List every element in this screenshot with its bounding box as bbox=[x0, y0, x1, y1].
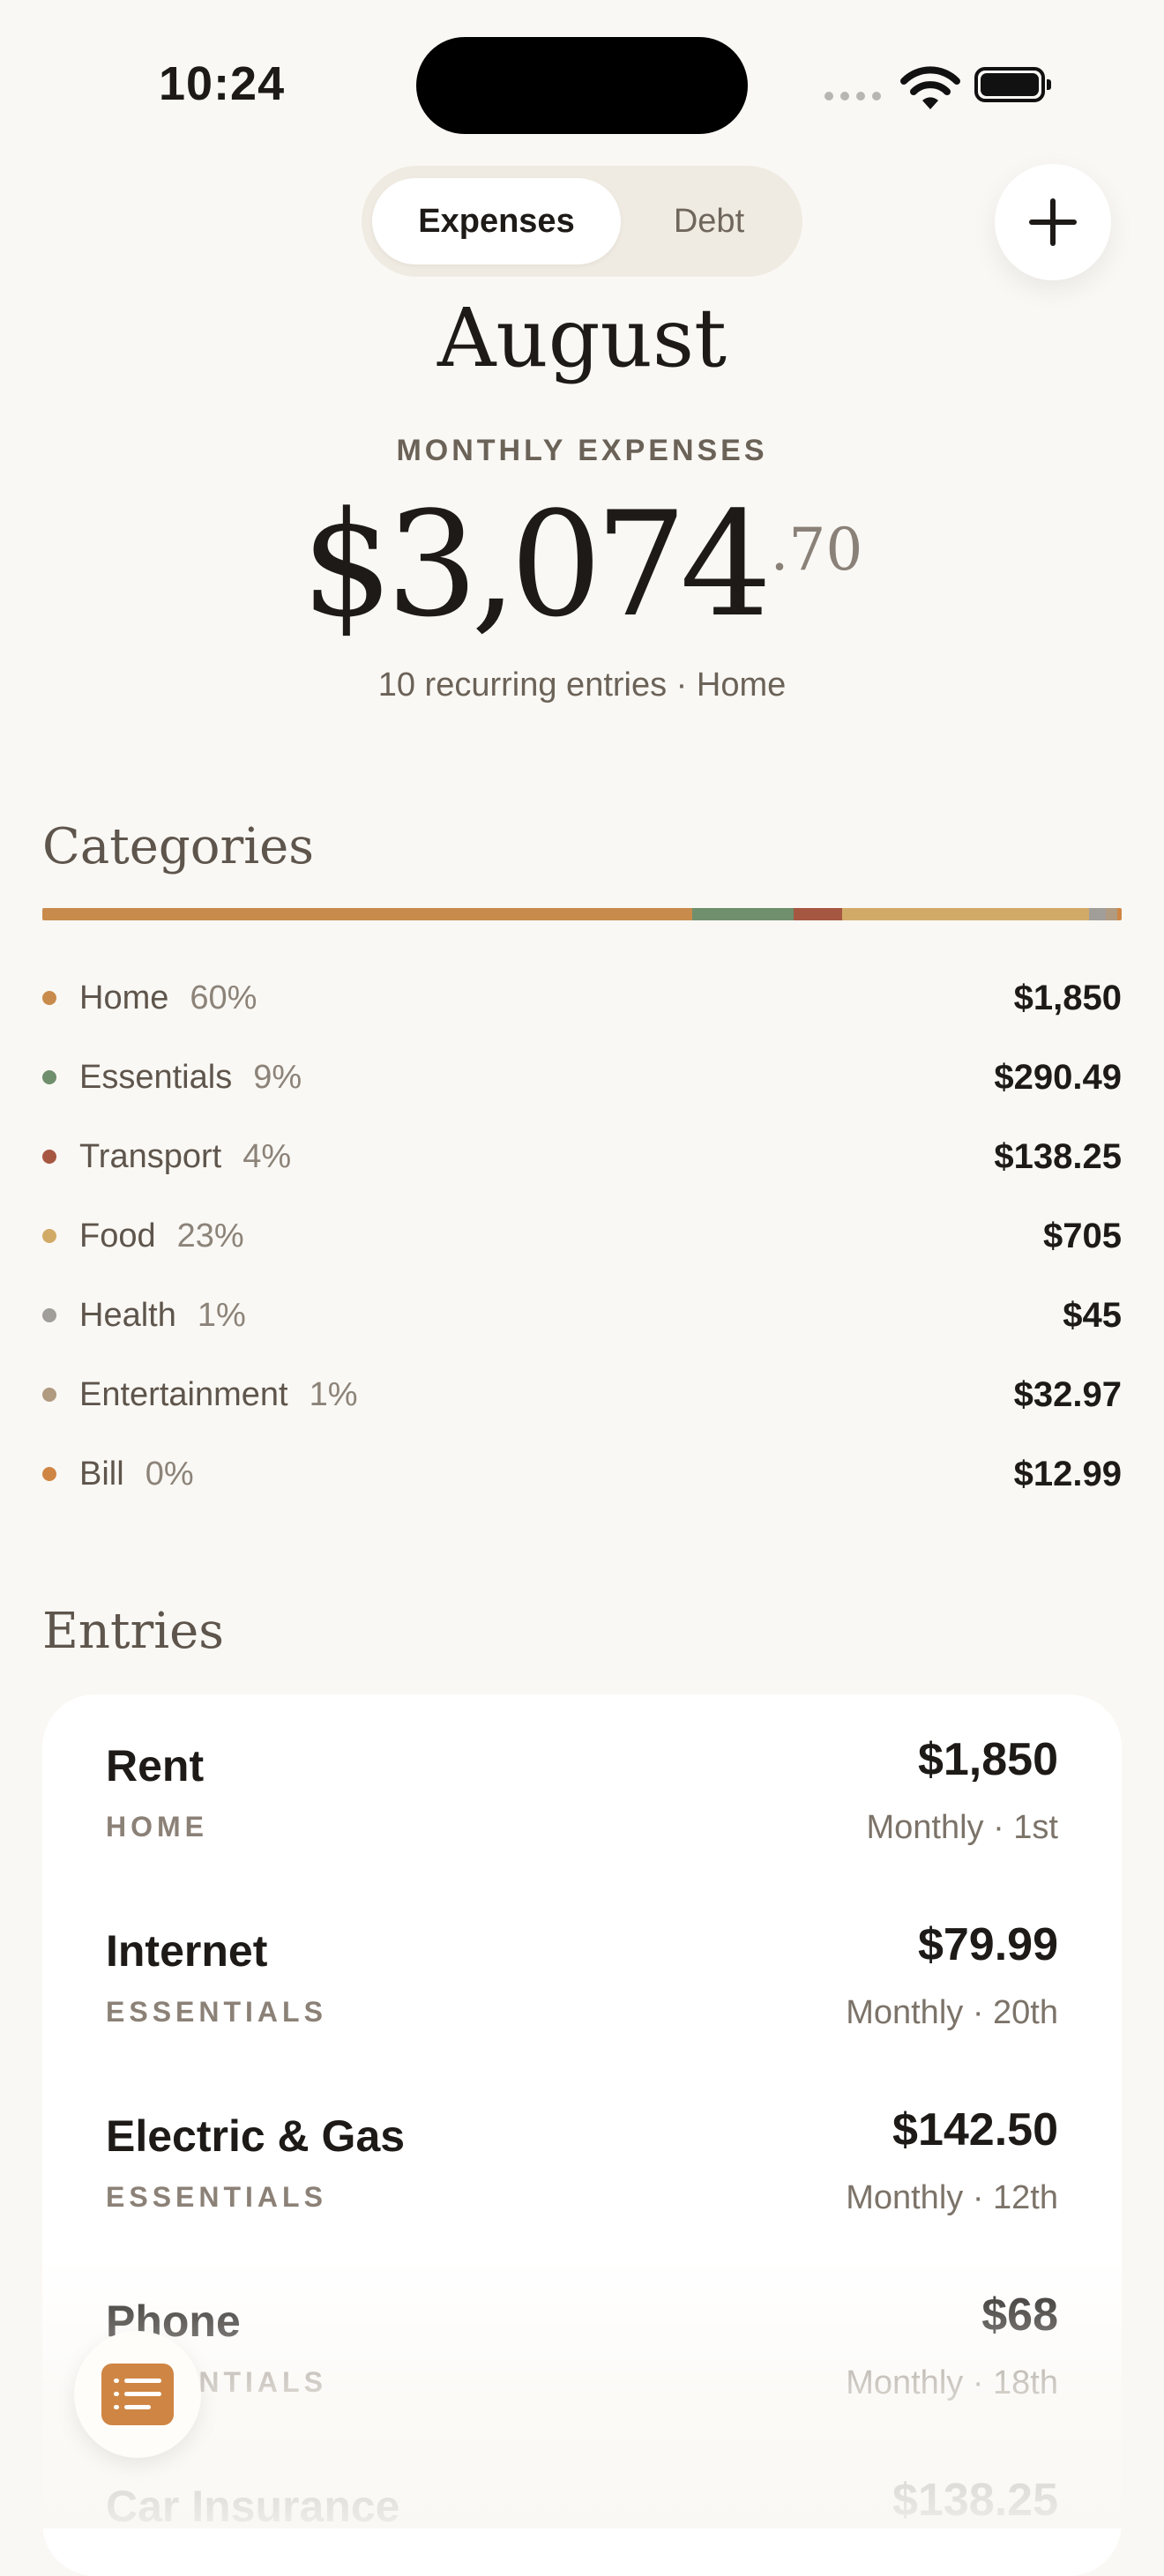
tab-expenses[interactable]: Expenses bbox=[372, 178, 621, 264]
category-dot bbox=[42, 1308, 56, 1322]
category-amount: $1,850 bbox=[1013, 978, 1122, 1017]
view-segmented-control: Expenses Debt bbox=[362, 166, 802, 277]
entry-schedule: Monthly · 1st bbox=[866, 1809, 1058, 1846]
dynamic-island bbox=[416, 37, 748, 134]
category-percent: 4% bbox=[242, 1137, 292, 1175]
category-name: Entertainment bbox=[79, 1375, 288, 1413]
category-amount: $138.25 bbox=[994, 1136, 1122, 1176]
entries-heading: Entries bbox=[42, 1603, 225, 1660]
category-amount: $290.49 bbox=[994, 1057, 1122, 1097]
list-view-button[interactable] bbox=[74, 2331, 201, 2458]
category-row[interactable]: Essentials 9% $290.49 bbox=[42, 1051, 1122, 1104]
entry-name: Car Insurance bbox=[106, 2482, 400, 2531]
total-amount-main: $3,074 bbox=[301, 480, 772, 649]
monthly-expenses-label: MONTHLY EXPENSES bbox=[396, 434, 768, 467]
entry-name: Rent bbox=[106, 1741, 205, 1791]
entry-amount: $68 bbox=[981, 2289, 1058, 2341]
category-name: Essentials bbox=[79, 1058, 233, 1096]
category-amount: $32.97 bbox=[1013, 1374, 1122, 1414]
category-dot bbox=[42, 1467, 56, 1481]
category-name: Home bbox=[79, 979, 169, 1016]
category-bar-segment bbox=[1105, 908, 1118, 920]
entry-schedule: Monthly · 20th bbox=[846, 1994, 1058, 2031]
category-bar-segment bbox=[1117, 908, 1122, 920]
entry-category: ESSENTIALS bbox=[106, 2181, 327, 2213]
entry-row[interactable]: Phone ESSENTIALS $68 Monthly · 18th bbox=[106, 2289, 1058, 2428]
category-bar-segment bbox=[793, 908, 842, 920]
battery-icon bbox=[974, 67, 1051, 102]
category-name: Transport bbox=[79, 1137, 222, 1175]
category-dot bbox=[42, 1150, 56, 1164]
category-row[interactable]: Home 60% $1,850 bbox=[42, 972, 1122, 1024]
tab-debt[interactable]: Debt bbox=[626, 178, 792, 264]
monthly-total: $3,074.70 bbox=[0, 480, 1164, 649]
add-entry-button[interactable] bbox=[995, 164, 1111, 280]
category-name: Food bbox=[79, 1217, 156, 1254]
entry-amount: $142.50 bbox=[892, 2104, 1058, 2155]
category-percent: 9% bbox=[253, 1058, 302, 1096]
entries-summary: 10 recurring entries · Home bbox=[377, 666, 787, 704]
category-amount: $705 bbox=[1043, 1216, 1122, 1255]
category-row[interactable]: Entertainment 1% $32.97 bbox=[42, 1368, 1122, 1421]
wifi-icon bbox=[900, 66, 960, 109]
category-bar-segment bbox=[691, 908, 794, 920]
status-time: 10:24 bbox=[159, 57, 286, 110]
entry-amount: $138.25 bbox=[892, 2475, 1058, 2526]
category-dot bbox=[42, 1070, 56, 1084]
list-icon bbox=[101, 2364, 174, 2425]
category-percent: 1% bbox=[197, 1296, 246, 1334]
entry-row[interactable]: Internet ESSENTIALS $79.99 Monthly · 20th bbox=[106, 1919, 1058, 2058]
entry-name: Internet bbox=[106, 1926, 268, 1976]
cellular-signal-icon bbox=[824, 92, 881, 101]
entry-schedule: Monthly · 18th bbox=[846, 2364, 1058, 2401]
category-row[interactable]: Bill 0% $12.99 bbox=[42, 1448, 1122, 1500]
category-percent: 23% bbox=[176, 1217, 244, 1254]
entry-amount: $79.99 bbox=[917, 1919, 1058, 1970]
category-distribution-bar bbox=[42, 908, 1122, 920]
category-bar-segment bbox=[841, 908, 1090, 920]
category-percent: 60% bbox=[190, 979, 257, 1016]
category-bar-segment bbox=[1089, 908, 1106, 920]
entry-row[interactable]: Rent HOME $1,850 Monthly · 1st bbox=[106, 1734, 1058, 1872]
categories-heading: Categories bbox=[42, 818, 314, 875]
entry-row[interactable]: Electric & Gas ESSENTIALS $142.50 Monthly ·… bbox=[106, 2104, 1058, 2243]
category-percent: 0% bbox=[145, 1455, 194, 1493]
entry-amount: $1,850 bbox=[917, 1734, 1058, 1785]
total-amount-cents: .70 bbox=[770, 516, 863, 584]
month-title: August bbox=[436, 291, 728, 385]
category-dot bbox=[42, 1388, 56, 1402]
category-bar-segment bbox=[42, 908, 692, 920]
category-amount: $12.99 bbox=[1013, 1454, 1122, 1493]
entry-category: ESSENTIALS bbox=[106, 1996, 327, 2028]
category-row[interactable]: Health 1% $45 bbox=[42, 1289, 1122, 1342]
category-name: Bill bbox=[79, 1455, 124, 1493]
entries-card: Rent HOME $1,850 Monthly · 1st Internet ESSEN… bbox=[42, 1694, 1122, 2576]
category-percent: 1% bbox=[309, 1375, 358, 1413]
entry-name: Electric & Gas bbox=[106, 2111, 406, 2161]
category-row[interactable]: Transport 4% $138.25 bbox=[42, 1130, 1122, 1183]
entry-category: HOME bbox=[106, 1811, 208, 1843]
entry-row[interactable]: Car Insurance $138.25 bbox=[106, 2475, 1058, 2576]
category-name: Health bbox=[79, 1296, 176, 1334]
category-amount: $45 bbox=[1063, 1295, 1122, 1335]
category-dot bbox=[42, 1229, 56, 1243]
category-dot bbox=[42, 991, 56, 1005]
category-row[interactable]: Food 23% $705 bbox=[42, 1210, 1122, 1262]
entry-schedule: Monthly · 12th bbox=[846, 2179, 1058, 2216]
